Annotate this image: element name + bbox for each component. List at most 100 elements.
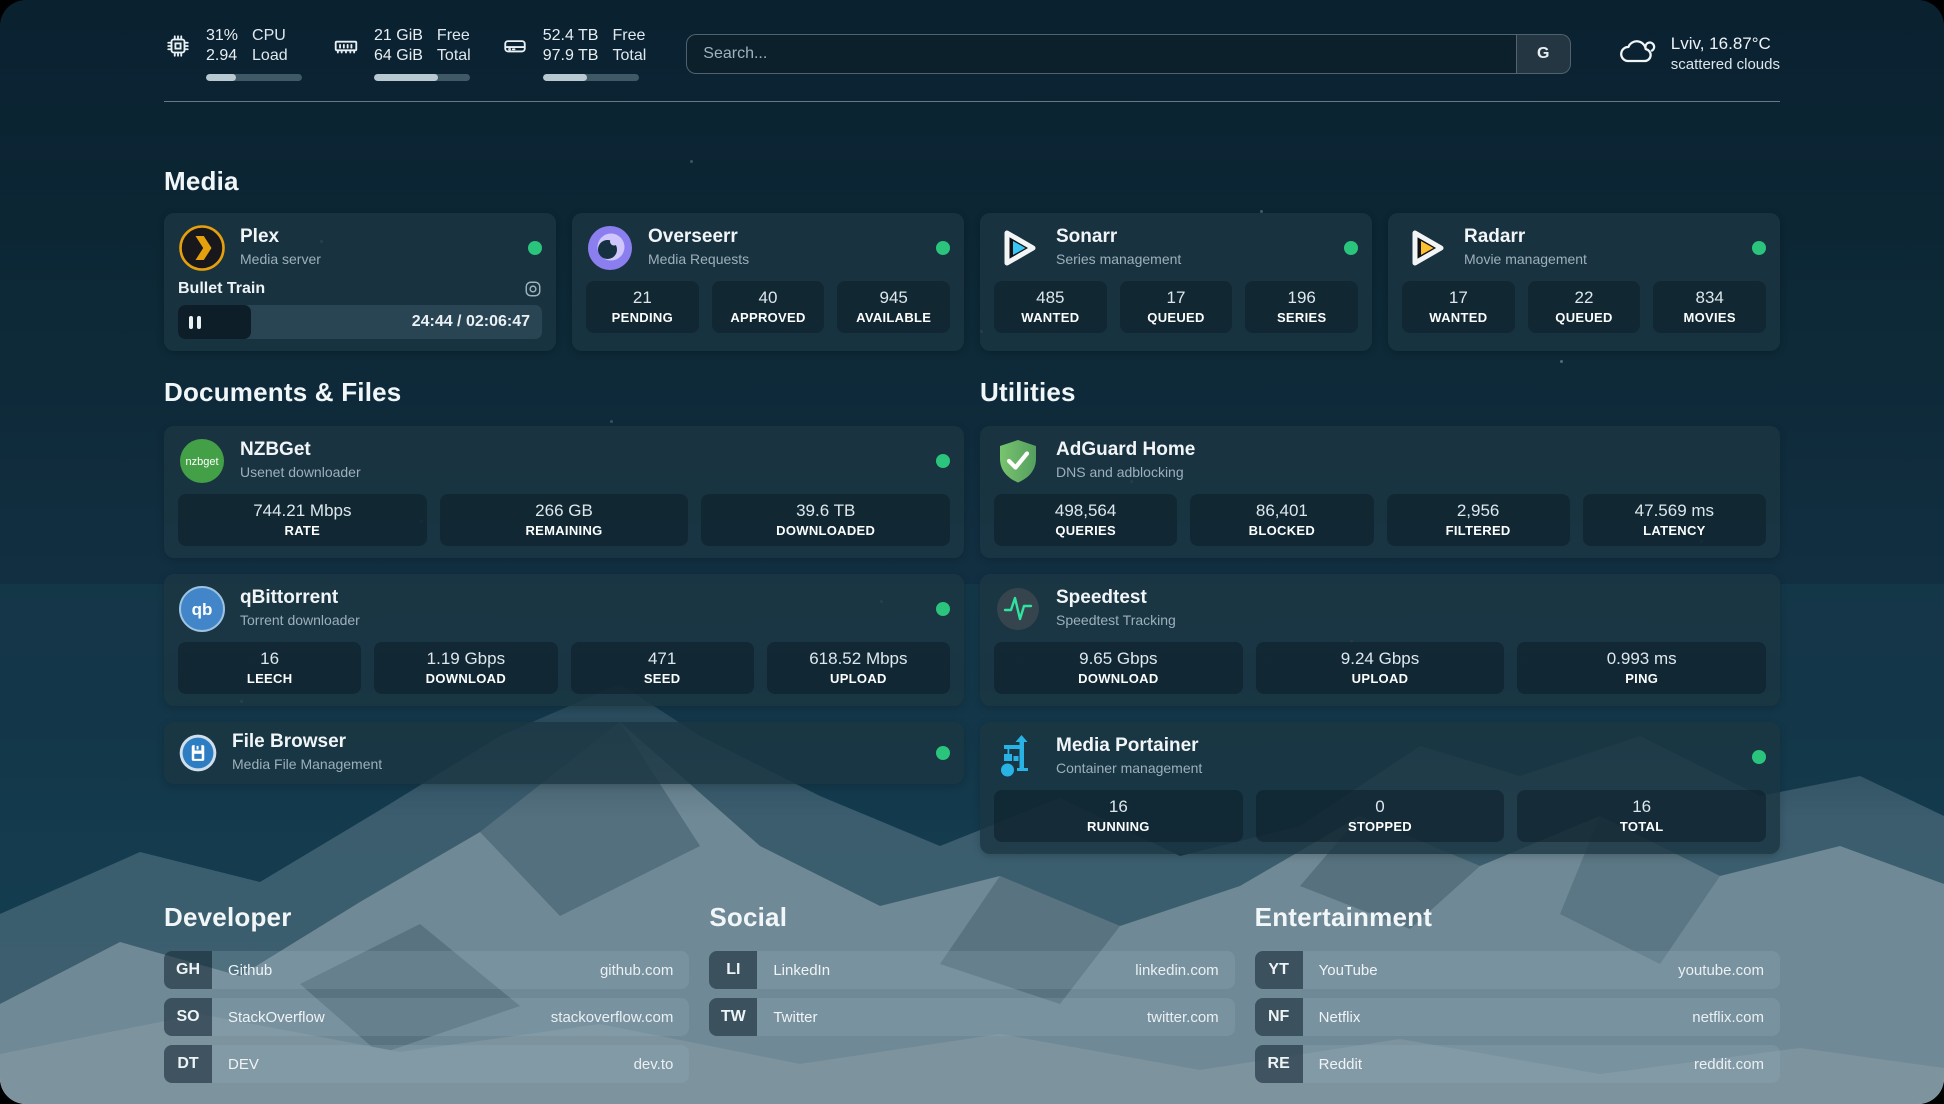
- pause-icon[interactable]: [189, 316, 201, 329]
- cloud-icon: [1617, 34, 1657, 73]
- stat-label: QUEUED: [1126, 310, 1227, 326]
- bookmark-reddit[interactable]: RE Reddit reddit.com: [1255, 1045, 1780, 1083]
- status-online-dot: [936, 454, 950, 468]
- stat-tile-wanted: 17 WANTED: [1402, 281, 1515, 333]
- bookmark-group-entertainment: Entertainment YT YouTube youtube.com NF …: [1255, 902, 1780, 1092]
- memory-progress-bar: [374, 74, 470, 81]
- stat-tile-download: 9.65 Gbps DOWNLOAD: [994, 642, 1243, 694]
- cpu-load-value: 2.94: [206, 46, 238, 66]
- adguard-icon: [994, 437, 1042, 485]
- stat-label: AVAILABLE: [843, 310, 944, 326]
- search-input[interactable]: [686, 34, 1571, 74]
- bookmark-name: Netflix: [1319, 1009, 1361, 1026]
- bookmark-netflix[interactable]: NF Netflix netflix.com: [1255, 998, 1780, 1036]
- bookmark-group-developer: Developer GH Github github.com SO StackO…: [164, 902, 689, 1092]
- app-description: Media File Management: [232, 753, 382, 775]
- app-card-sonarr[interactable]: Sonarr Series management 485 WANTED 17 Q…: [980, 213, 1372, 351]
- app-name: Overseerr: [648, 226, 749, 248]
- stat-tile-queued: 22 QUEUED: [1528, 281, 1641, 333]
- stat-value: 0: [1262, 797, 1499, 817]
- stat-value: 9.65 Gbps: [1000, 649, 1237, 669]
- stat-tile-series: 196 SERIES: [1245, 281, 1358, 333]
- stat-label: DOWNLOAD: [1000, 671, 1237, 687]
- bookmark-github[interactable]: GH Github github.com: [164, 951, 689, 989]
- now-playing-title: Bullet Train: [178, 280, 265, 298]
- svg-text:qb: qb: [192, 600, 213, 619]
- stat-tile-approved: 40 APPROVED: [712, 281, 825, 333]
- cpu-progress-bar: [206, 74, 302, 81]
- bookmark-url: netflix.com: [1692, 1009, 1764, 1026]
- qbittorrent-icon: qb: [178, 585, 226, 633]
- stat-value: 21: [592, 288, 693, 308]
- playback-time: 24:44 / 02:06:47: [412, 313, 530, 331]
- app-description: Media Requests: [648, 248, 749, 270]
- playback-progress-bar[interactable]: 24:44 / 02:06:47: [178, 305, 542, 339]
- plex-icon: [178, 224, 226, 272]
- filebrowser-icon: [178, 733, 218, 773]
- app-card-radarr[interactable]: Radarr Movie management 17 WANTED 22 QUE…: [1388, 213, 1780, 351]
- app-description: Series management: [1056, 248, 1181, 270]
- app-description: DNS and adblocking: [1056, 461, 1195, 483]
- utilities-column: Utilities AdGuard: [980, 377, 1780, 854]
- status-online-dot: [936, 241, 950, 255]
- disk-label-bottom: Total: [612, 46, 646, 66]
- overseerr-icon: [586, 224, 634, 272]
- bookmark-twitter[interactable]: TW Twitter twitter.com: [709, 998, 1234, 1036]
- stat-label: WANTED: [1408, 310, 1509, 326]
- app-card-plex[interactable]: Plex Media server Bullet Train: [164, 213, 556, 351]
- stat-value: 196: [1251, 288, 1352, 308]
- app-card-overseerr[interactable]: Overseerr Media Requests 21 PENDING 40 A…: [572, 213, 964, 351]
- bookmark-tag: LI: [709, 951, 757, 989]
- weather-location-temp: Lviv, 16.87°C: [1671, 33, 1780, 54]
- stat-value: 40: [718, 288, 819, 308]
- stat-value: 834: [1659, 288, 1760, 308]
- stat-label: SERIES: [1251, 310, 1352, 326]
- bookmark-tag: TW: [709, 998, 757, 1036]
- stat-tile-queries: 498,564 QUERIES: [994, 494, 1177, 546]
- status-online-dot: [1752, 750, 1766, 764]
- app-card-portainer[interactable]: Media Portainer Container management 16 …: [980, 722, 1780, 854]
- stat-label: TOTAL: [1523, 819, 1760, 835]
- memory-labels: Free Total: [437, 26, 471, 66]
- stat-tile-filtered: 2,956 FILTERED: [1387, 494, 1570, 546]
- stat-label: QUEUED: [1534, 310, 1635, 326]
- app-description: Speedtest Tracking: [1056, 609, 1176, 631]
- app-card-qbittorrent[interactable]: qb qBittorrent Torrent downloader 16 LEE…: [164, 574, 964, 706]
- memory-icon: [332, 32, 360, 60]
- bookmark-youtube[interactable]: YT YouTube youtube.com: [1255, 951, 1780, 989]
- app-description: Torrent downloader: [240, 609, 360, 631]
- stat-tile-seed: 471 SEED: [571, 642, 754, 694]
- stat-value: 22: [1534, 288, 1635, 308]
- app-card-adguard[interactable]: AdGuard Home DNS and adblocking 498,564 …: [980, 426, 1780, 558]
- stat-label: WANTED: [1000, 310, 1101, 326]
- stat-tile-downloaded: 39.6 TB DOWNLOADED: [701, 494, 950, 546]
- media-card-row: Plex Media server Bullet Train: [164, 213, 1780, 351]
- speedtest-icon: [994, 585, 1042, 633]
- app-description: Media server: [240, 248, 321, 270]
- bookmark-url: github.com: [600, 962, 673, 979]
- stat-tile-total: 16 TOTAL: [1517, 790, 1766, 842]
- cpu-usage-value: 31%: [206, 26, 238, 46]
- app-card-nzbget[interactable]: nzbget NZBGet Usenet downloader 744.21 M…: [164, 426, 964, 558]
- memory-label-bottom: Total: [437, 46, 471, 66]
- disk-labels: Free Total: [612, 26, 646, 66]
- now-playing-icon[interactable]: [524, 280, 542, 298]
- bookmark-dev[interactable]: DT DEV dev.to: [164, 1045, 689, 1083]
- app-name: NZBGet: [240, 439, 361, 461]
- stat-tile-download: 1.19 Gbps DOWNLOAD: [374, 642, 557, 694]
- section-title-documents: Documents & Files: [164, 377, 964, 408]
- svg-text:nzbget: nzbget: [185, 456, 218, 468]
- app-card-speedtest[interactable]: Speedtest Speedtest Tracking 9.65 Gbps D…: [980, 574, 1780, 706]
- bookmark-stackoverflow[interactable]: SO StackOverflow stackoverflow.com: [164, 998, 689, 1036]
- app-card-filebrowser[interactable]: File Browser Media File Management: [164, 722, 964, 784]
- bookmark-name: StackOverflow: [228, 1009, 325, 1026]
- search-engine-button[interactable]: G: [1516, 35, 1570, 73]
- weather-widget: Lviv, 16.87°C scattered clouds: [1617, 33, 1780, 75]
- bookmark-linkedin[interactable]: LI LinkedIn linkedin.com: [709, 951, 1234, 989]
- stat-tile-stopped: 0 STOPPED: [1256, 790, 1505, 842]
- cpu-label-top: CPU: [252, 26, 288, 46]
- disk-free-value: 52.4 TB: [543, 26, 599, 46]
- stat-tile-wanted: 485 WANTED: [994, 281, 1107, 333]
- stat-value: 17: [1126, 288, 1227, 308]
- stat-tile-available: 945 AVAILABLE: [837, 281, 950, 333]
